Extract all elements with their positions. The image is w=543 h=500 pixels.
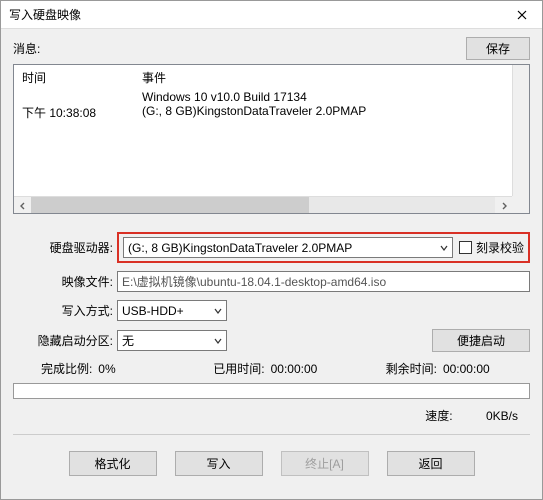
verify-checkbox[interactable] [459,241,472,254]
verify-label: 刻录校验 [476,239,524,256]
format-button[interactable]: 格式化 [69,451,157,476]
cell-time: 下午 10:38:08 [22,104,142,121]
remain-value: 00:00:00 [443,362,530,376]
image-path-field[interactable]: E:\虚拟机镜像\ubuntu-18.04.1-desktop-amd64.is… [117,271,530,292]
drive-select[interactable]: (G:, 8 GB)KingstonDataTraveler 2.0PMAP [123,237,453,258]
back-button[interactable]: 返回 [387,451,475,476]
close-button[interactable] [502,1,542,29]
speed-label: 速度: [425,407,452,424]
portable-boot-button[interactable]: 便捷启动 [432,329,530,352]
info-label: 消息: [13,40,466,57]
progress-bar [13,383,530,399]
hidden-value: 无 [122,332,134,349]
horizontal-scrollbar[interactable] [14,196,512,213]
abort-button: 终止[A] [281,451,369,476]
hidden-partition-select[interactable]: 无 [117,330,227,351]
window-title: 写入硬盘映像 [9,6,81,23]
elapsed-label: 已用时间: [185,360,270,377]
cell-event: (G:, 8 GB)KingstonDataTraveler 2.0PMAP [142,104,521,121]
elapsed-value: 00:00:00 [271,362,358,376]
title-bar: 写入硬盘映像 [1,1,542,29]
drive-value: (G:, 8 GB)KingstonDataTraveler 2.0PMAP [128,241,352,255]
image-label: 映像文件: [13,273,117,290]
list-item: 下午 10:38:08 (G:, 8 GB)KingstonDataTravel… [22,104,521,121]
method-label: 写入方式: [13,302,117,319]
write-method-select[interactable]: USB-HDD+ [117,300,227,321]
scroll-left-icon[interactable] [14,197,31,214]
chevron-down-icon [434,241,448,255]
drive-highlight-box: (G:, 8 GB)KingstonDataTraveler 2.0PMAP 刻… [117,232,530,263]
done-label: 完成比例: [13,360,98,377]
drive-label: 硬盘驱动器: [13,239,117,256]
write-button[interactable]: 写入 [175,451,263,476]
close-icon [517,10,527,20]
image-value: E:\虚拟机镜像\ubuntu-18.04.1-desktop-amd64.is… [122,273,386,290]
method-value: USB-HDD+ [122,304,184,318]
scroll-thumb[interactable] [31,197,309,213]
cell-time [22,90,142,104]
hidden-label: 隐藏启动分区: [13,332,117,349]
speed-value: 0KB/s [486,409,518,423]
save-button[interactable]: 保存 [466,37,530,60]
message-list: 时间 事件 Windows 10 v10.0 Build 17134 下午 10… [13,64,530,214]
col-header-time: 时间 [22,69,142,86]
remain-label: 剩余时间: [358,360,443,377]
chevron-down-icon [208,304,222,318]
list-item: Windows 10 v10.0 Build 17134 [22,90,521,104]
col-header-event: 事件 [142,69,521,86]
separator [13,434,530,435]
done-value: 0% [98,362,185,376]
cell-event: Windows 10 v10.0 Build 17134 [142,90,521,104]
vertical-scrollbar[interactable] [512,65,529,196]
scroll-right-icon[interactable] [495,197,512,214]
chevron-down-icon [208,334,222,348]
